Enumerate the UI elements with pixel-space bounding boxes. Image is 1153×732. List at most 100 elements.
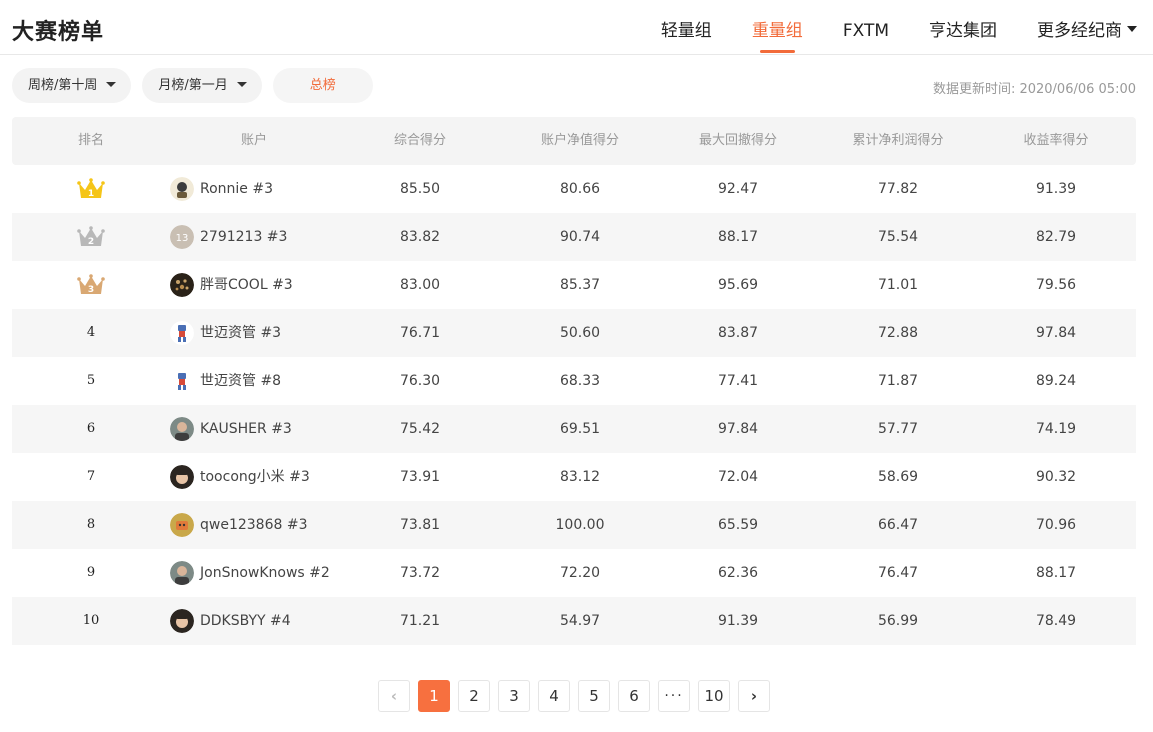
tab-heavy-group[interactable]: 重量组 bbox=[752, 0, 803, 55]
return-rate-score: 88.17 bbox=[1035, 565, 1077, 581]
table-row[interactable]: 11Ronnie #385.5080.6692.4777.8291.39 bbox=[12, 165, 1136, 213]
caret-down-icon bbox=[1127, 26, 1137, 32]
rank-cell: 10 bbox=[82, 613, 100, 628]
caret-down-icon bbox=[236, 82, 247, 87]
tab-label: 更多经纪商 bbox=[1037, 21, 1122, 41]
return-rate-score: 74.19 bbox=[1035, 421, 1077, 437]
drawdown-score: 65.59 bbox=[717, 517, 759, 533]
tab-label: 轻量组 bbox=[660, 21, 712, 41]
group-tabs: 轻量组 重量组 FXTM 亨达集团 更多经纪商 bbox=[621, 0, 1137, 55]
robot-avatar[interactable] bbox=[170, 321, 194, 345]
drawdown-score: 62.36 bbox=[717, 565, 759, 581]
more-pages-button[interactable]: ··· bbox=[658, 680, 690, 712]
account-name[interactable]: KAUSHER #3 bbox=[200, 405, 292, 453]
number-avatar[interactable]: 13 bbox=[170, 225, 194, 249]
tab-light-group[interactable]: 轻量组 bbox=[661, 0, 712, 55]
account-name[interactable]: Ronnie #3 bbox=[200, 165, 273, 213]
svg-text:1: 1 bbox=[88, 189, 94, 199]
return-rate-score: 97.84 bbox=[1035, 325, 1077, 341]
caret-down-icon bbox=[106, 82, 117, 87]
rank-cell: 6 bbox=[86, 421, 96, 436]
monthly-ranking-dropdown[interactable]: 月榜/第一月 bbox=[142, 68, 262, 103]
equity-score: 68.33 bbox=[559, 373, 601, 389]
tab-more-brokers[interactable]: 更多经纪商 bbox=[1037, 0, 1137, 55]
tab-hantec[interactable]: 亨达集团 bbox=[929, 0, 997, 55]
account-name[interactable]: 世迈资管 #3 bbox=[200, 309, 281, 357]
net-profit-score: 58.69 bbox=[877, 469, 919, 485]
face-avatar[interactable] bbox=[170, 609, 194, 633]
equity-score: 100.00 bbox=[555, 517, 605, 533]
return-rate-score: 78.49 bbox=[1035, 613, 1077, 629]
composite-score: 76.71 bbox=[399, 325, 441, 341]
pagination: ‹ 1 2 3 4 5 6 ··· 10 › bbox=[378, 680, 778, 712]
account-name[interactable]: toocong小米 #3 bbox=[200, 453, 310, 501]
equity-score: 54.97 bbox=[559, 613, 601, 629]
column-header-return-rate: 收益率得分 bbox=[1023, 133, 1089, 148]
crown-rank-2-icon: 2 bbox=[77, 225, 105, 249]
composite-score: 71.21 bbox=[399, 613, 441, 629]
account-name[interactable]: DDKSBYY #4 bbox=[200, 597, 291, 645]
leaderboard-table: 排名 账户 综合得分 账户净值得分 最大回撤得分 累计净利润得分 收益率得分 1… bbox=[12, 117, 1136, 645]
drawdown-score: 97.84 bbox=[717, 421, 759, 437]
equity-score: 80.66 bbox=[559, 181, 601, 197]
account-name[interactable]: 胖哥COOL #3 bbox=[200, 261, 293, 309]
overall-ranking-button[interactable]: 总榜 bbox=[272, 68, 373, 103]
page-button-3[interactable]: 3 bbox=[498, 680, 530, 712]
crown-rank-1-icon: 1 bbox=[77, 177, 105, 201]
column-header-account: 账户 bbox=[240, 133, 267, 148]
net-profit-score: 72.88 bbox=[877, 325, 919, 341]
table-row[interactable]: 5 世迈资管 #8 76.30 68.33 77.41 71.87 89.24 bbox=[12, 357, 1136, 405]
composite-score: 83.00 bbox=[399, 277, 441, 293]
table-row[interactable]: 22132791213 #383.8290.7488.1775.5482.79 bbox=[12, 213, 1136, 261]
net-profit-score: 71.87 bbox=[877, 373, 919, 389]
weekly-ranking-dropdown[interactable]: 周榜/第十周 bbox=[12, 68, 132, 103]
page-button-2[interactable]: 2 bbox=[458, 680, 490, 712]
account-name[interactable]: JonSnowKnows #2 bbox=[200, 549, 330, 597]
tab-fxtm[interactable]: FXTM bbox=[843, 0, 889, 55]
table-row[interactable]: 6 KAUSHER #3 75.42 69.51 97.84 57.77 74.19 bbox=[12, 405, 1136, 453]
photo-avatar[interactable] bbox=[170, 561, 194, 585]
return-rate-score: 70.96 bbox=[1035, 517, 1077, 533]
account-name[interactable]: 世迈资管 #8 bbox=[200, 357, 281, 405]
page-button-6[interactable]: 6 bbox=[618, 680, 650, 712]
table-row[interactable]: 9 JonSnowKnows #2 73.72 72.20 62.36 76.47 88.1… bbox=[12, 549, 1136, 597]
table-row[interactable]: 4 世迈资管 #3 76.71 50.60 83.87 72.88 97.84 bbox=[12, 309, 1136, 357]
badge-avatar[interactable] bbox=[170, 177, 194, 201]
net-profit-score: 66.47 bbox=[877, 517, 919, 533]
leopard-avatar[interactable] bbox=[170, 273, 194, 297]
robot-avatar[interactable] bbox=[170, 369, 194, 393]
account-name[interactable]: 2791213 #3 bbox=[200, 213, 287, 261]
drawdown-score: 92.47 bbox=[717, 181, 759, 197]
equity-score: 69.51 bbox=[559, 421, 601, 437]
account-name[interactable]: qwe123868 #3 bbox=[200, 501, 307, 549]
filter-bar: 周榜/第十周 月榜/第一月 总榜 bbox=[12, 68, 384, 103]
table-row[interactable]: 7 toocong小米 #3 73.91 83.12 72.04 58.69 90.32 bbox=[12, 453, 1136, 501]
column-header-rank: 排名 bbox=[77, 133, 104, 148]
net-profit-score: 57.77 bbox=[877, 421, 919, 437]
equity-score: 50.60 bbox=[559, 325, 601, 341]
table-row[interactable]: 8 qwe123868 #3 73.81 100.00 65.59 66.47 70.96 bbox=[12, 501, 1136, 549]
page-button-4[interactable]: 4 bbox=[538, 680, 570, 712]
column-header-drawdown: 最大回撤得分 bbox=[698, 133, 777, 148]
table-row[interactable]: 33胖哥COOL #383.0085.3795.6971.0179.56 bbox=[12, 261, 1136, 309]
return-rate-score: 91.39 bbox=[1035, 181, 1077, 197]
return-rate-score: 90.32 bbox=[1035, 469, 1077, 485]
page-button-5[interactable]: 5 bbox=[578, 680, 610, 712]
photo-avatar[interactable] bbox=[170, 417, 194, 441]
composite-score: 85.50 bbox=[399, 181, 441, 197]
face-avatar[interactable] bbox=[170, 465, 194, 489]
column-header-net-profit: 累计净利润得分 bbox=[852, 133, 944, 148]
drawdown-score: 72.04 bbox=[717, 469, 759, 485]
net-profit-score: 56.99 bbox=[877, 613, 919, 629]
cartoon-avatar[interactable] bbox=[170, 513, 194, 537]
prev-page-button[interactable]: ‹ bbox=[378, 680, 410, 712]
rank-cell: 7 bbox=[86, 469, 96, 484]
rank-cell: 4 bbox=[86, 325, 96, 340]
equity-score: 72.20 bbox=[559, 565, 601, 581]
next-page-button[interactable]: › bbox=[738, 680, 770, 712]
return-rate-score: 89.24 bbox=[1035, 373, 1077, 389]
page-button-10[interactable]: 10 bbox=[698, 680, 730, 712]
table-row[interactable]: 10 DDKSBYY #4 71.21 54.97 91.39 56.99 78.49 bbox=[12, 597, 1136, 645]
page-button-1[interactable]: 1 bbox=[418, 680, 450, 712]
page-title: 大赛榜单 bbox=[12, 20, 105, 45]
